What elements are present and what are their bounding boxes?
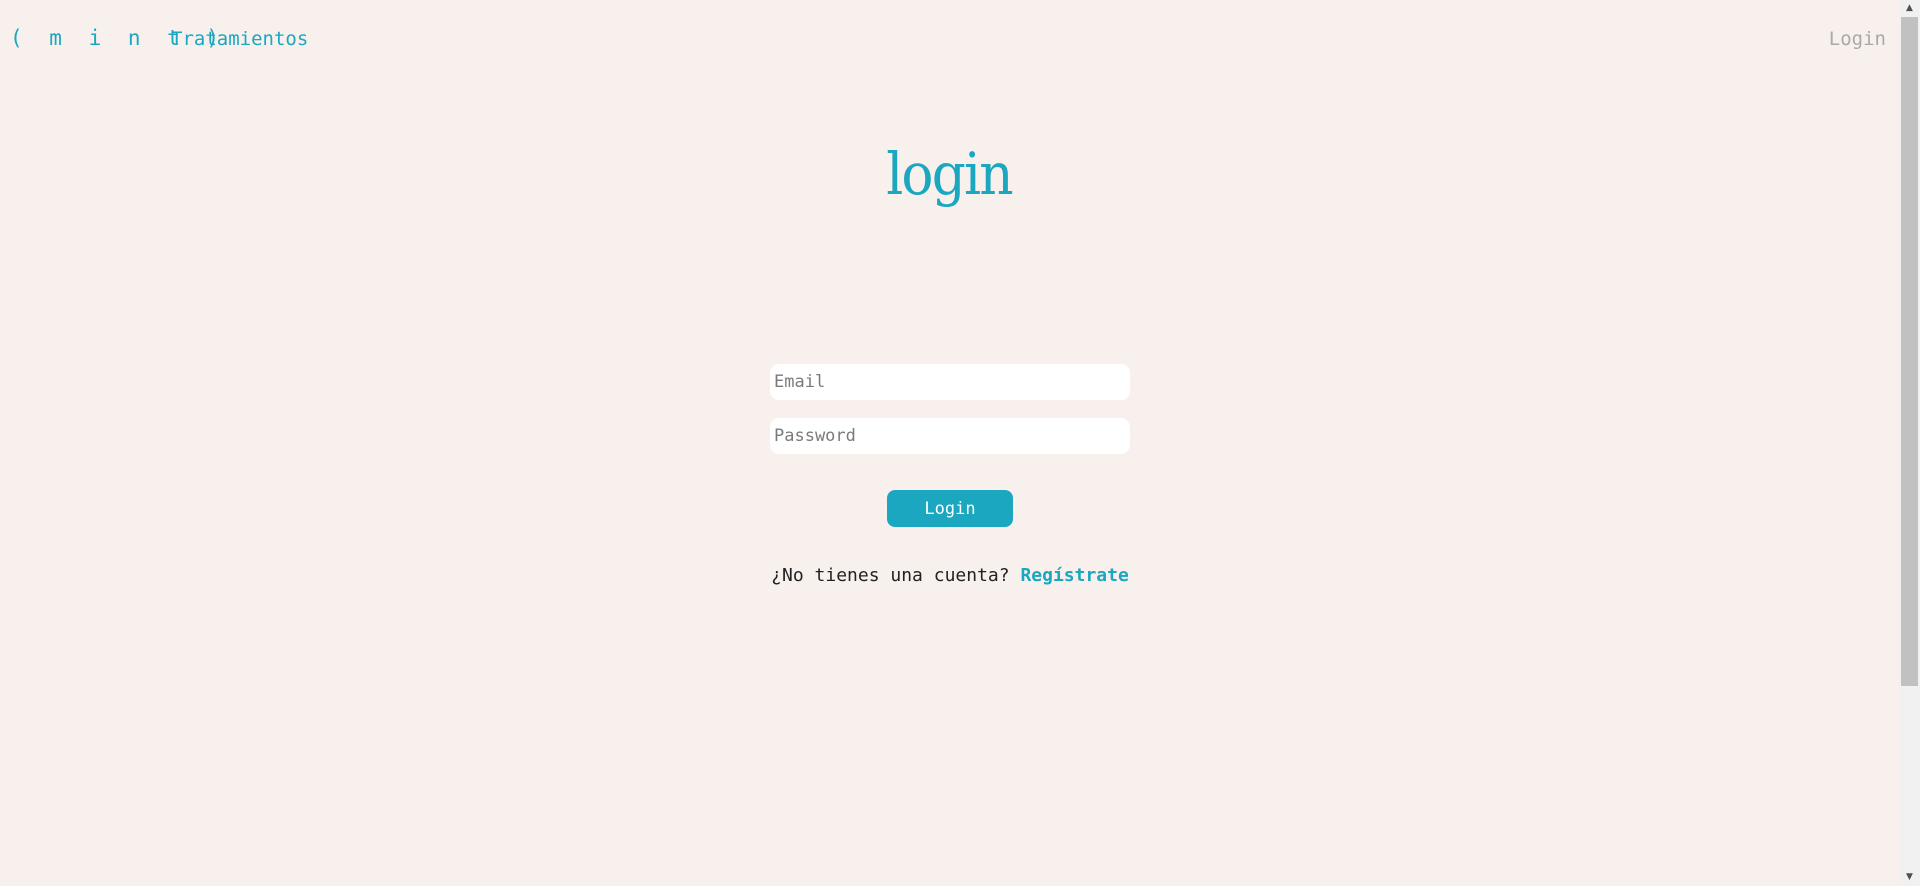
register-link[interactable]: Regístrate [1020, 565, 1128, 586]
nav-tratamientos-link[interactable]: Tratamientos [171, 28, 308, 50]
login-form: Login ¿No tienes una cuenta? Regístrate [770, 364, 1130, 586]
chevron-up-icon[interactable]: ▲ [1899, 0, 1920, 17]
top-navigation: ( m i n t ) Tratamientos Login [10, 26, 1890, 56]
page: ( m i n t ) Tratamientos Login login Log… [0, 0, 1920, 886]
login-button[interactable]: Login [887, 490, 1013, 527]
nav-login-link[interactable]: Login [1829, 28, 1886, 50]
signup-prompt: ¿No tienes una cuenta? Regístrate [770, 565, 1130, 586]
page-title: login [886, 140, 1013, 208]
email-input[interactable] [770, 364, 1130, 400]
password-input[interactable] [770, 418, 1130, 454]
scrollbar-thumb[interactable] [1901, 17, 1918, 686]
chevron-down-icon[interactable]: ▼ [1899, 869, 1920, 886]
vertical-scrollbar[interactable]: ▲ ▼ [1899, 0, 1920, 886]
signup-prompt-text: ¿No tienes una cuenta? [771, 565, 1010, 586]
